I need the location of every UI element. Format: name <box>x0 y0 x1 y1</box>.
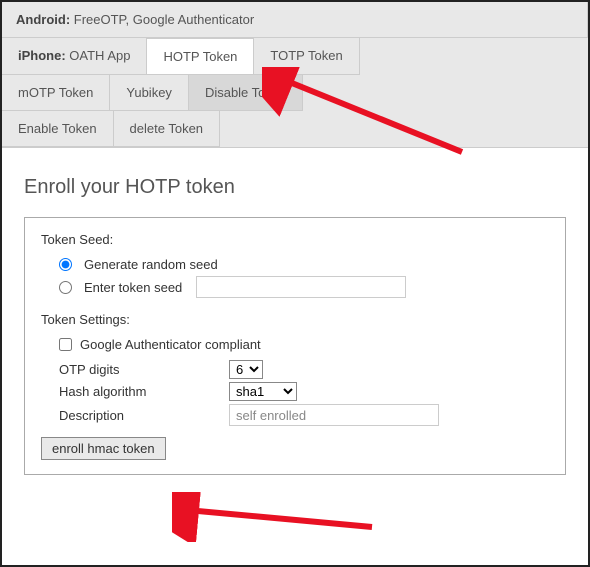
page-title: Enroll your HOTP token <box>24 176 566 199</box>
gauth-compliant-label: Google Authenticator compliant <box>80 337 261 352</box>
tab-android-info[interactable]: Android: FreeOTP, Google Authenticator <box>2 2 588 38</box>
tab-enable-label: Enable Token <box>18 121 97 136</box>
enroll-form: Token Seed: Generate random seed Enter t… <box>24 217 566 475</box>
tabs-container: Android: FreeOTP, Google Authenticator i… <box>2 2 588 148</box>
annotation-arrow-2 <box>172 492 392 542</box>
otp-digits-select[interactable]: 6 <box>229 360 263 379</box>
android-apps: FreeOTP, Google Authenticator <box>70 12 254 27</box>
tab-iphone[interactable]: iPhone: OATH App <box>2 38 147 75</box>
iphone-app: OATH App <box>66 48 131 63</box>
hash-algorithm-label: Hash algorithm <box>59 384 229 399</box>
seed-input[interactable] <box>196 276 406 298</box>
description-label: Description <box>59 408 229 423</box>
radio-enter-label: Enter token seed <box>84 280 182 295</box>
hash-algorithm-select[interactable]: sha1 <box>229 382 297 401</box>
tab-hotp-token[interactable]: HOTP Token <box>147 38 254 75</box>
checkbox-gauth-compliant[interactable] <box>59 338 72 351</box>
tab-enable-token[interactable]: Enable Token <box>2 111 114 147</box>
tab-yubikey[interactable]: Yubikey <box>110 75 189 111</box>
radio-generate-label: Generate random seed <box>84 257 218 272</box>
description-input[interactable] <box>229 404 439 426</box>
tab-yubikey-label: Yubikey <box>126 85 172 100</box>
token-settings-label: Token Settings: <box>41 312 549 327</box>
tab-totp-label: TOTP Token <box>270 48 342 63</box>
tab-motp-token[interactable]: mOTP Token <box>2 75 110 111</box>
android-label: Android: <box>16 12 70 27</box>
tab-disable-label: Disable Token <box>205 85 286 100</box>
token-seed-label: Token Seed: <box>41 232 549 247</box>
tab-totp-token[interactable]: TOTP Token <box>254 38 359 75</box>
iphone-label: iPhone: <box>18 48 66 63</box>
tab-disable-token[interactable]: Disable Token <box>189 75 303 111</box>
tab-delete-label: delete Token <box>130 121 204 136</box>
content-area: Enroll your HOTP token Token Seed: Gener… <box>2 148 588 493</box>
enroll-hmac-button[interactable]: enroll hmac token <box>41 437 166 460</box>
tab-hotp-label: HOTP Token <box>163 49 237 64</box>
radio-generate-seed[interactable] <box>59 258 72 271</box>
otp-digits-label: OTP digits <box>59 362 229 377</box>
tab-motp-label: mOTP Token <box>18 85 93 100</box>
radio-enter-seed[interactable] <box>59 281 72 294</box>
tab-delete-token[interactable]: delete Token <box>114 111 221 147</box>
